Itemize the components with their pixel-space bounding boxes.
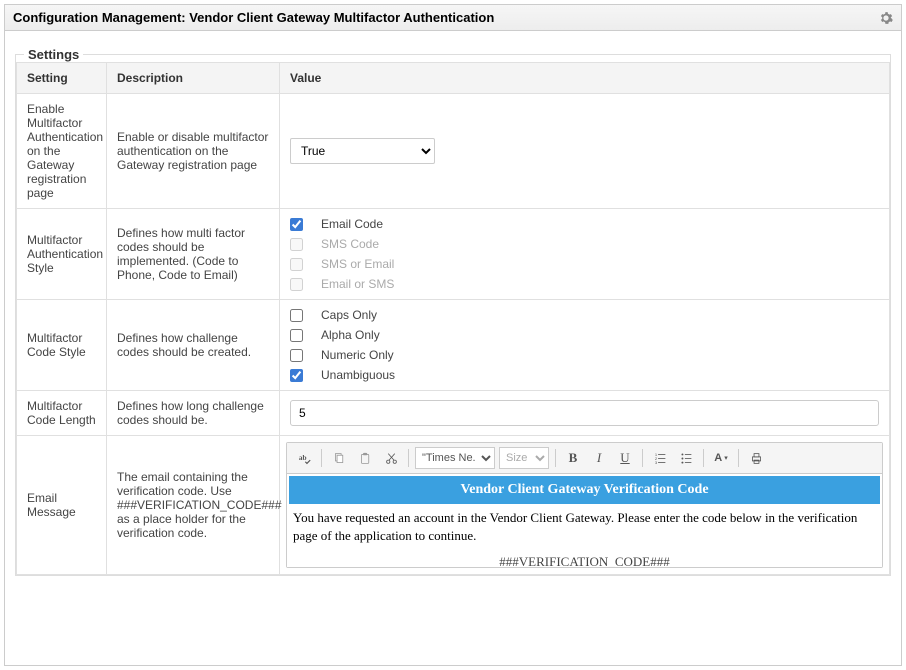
email-body-text: You have requested an account in the Ven…	[287, 507, 882, 548]
row-email-message: Email Message The email containing the v…	[17, 436, 890, 575]
mfa-style-sms-or-email: SMS or Email	[290, 257, 879, 271]
svg-text:ab: ab	[298, 453, 306, 462]
code-style-caps-checkbox[interactable]	[290, 309, 303, 322]
code-style-numeric[interactable]: Numeric Only	[290, 348, 879, 362]
code-style-caps[interactable]: Caps Only	[290, 308, 879, 322]
setting-code-style-desc: Defines how challenge codes should be cr…	[107, 300, 280, 391]
gear-icon[interactable]	[879, 11, 893, 25]
enable-mfa-select[interactable]: True	[290, 138, 435, 164]
rte-toolbar: ab	[287, 443, 882, 474]
font-size-select[interactable]: Size	[499, 447, 549, 469]
code-style-numeric-checkbox[interactable]	[290, 349, 303, 362]
row-mfa-style: Multifactor Authentication Style Defines…	[17, 209, 890, 300]
settings-table: Setting Description Value Enable Multifa…	[16, 62, 890, 575]
setting-mfa-style-desc: Defines how multi factor codes should be…	[107, 209, 280, 300]
setting-code-length-label: Multifactor Code Length	[17, 391, 107, 436]
row-code-length: Multifactor Code Length Defines how long…	[17, 391, 890, 436]
setting-enable-mfa-value: True	[280, 94, 890, 209]
col-value-header: Value	[280, 63, 890, 94]
panel-header: Configuration Management: Vendor Client …	[5, 5, 901, 31]
setting-email-msg-label: Email Message	[17, 436, 107, 575]
mfa-style-email-or-sms-checkbox	[290, 278, 303, 291]
code-style-unambiguous-checkbox[interactable]	[290, 369, 303, 382]
code-style-alpha[interactable]: Alpha Only	[290, 328, 879, 342]
separator-icon	[738, 449, 739, 467]
mfa-style-sms-or-email-checkbox	[290, 258, 303, 271]
col-setting-header: Setting	[17, 63, 107, 94]
spellcheck-icon[interactable]: ab	[293, 447, 315, 469]
italic-button[interactable]: I	[588, 447, 610, 469]
paste-icon[interactable]	[354, 447, 376, 469]
setting-email-msg-desc: The email containing the verification co…	[107, 436, 280, 575]
rich-text-editor: ab	[286, 442, 883, 568]
cut-icon[interactable]	[380, 447, 402, 469]
setting-code-length-value	[280, 391, 890, 436]
col-description-header: Description	[107, 63, 280, 94]
setting-mfa-style-label: Multifactor Authentication Style	[17, 209, 107, 300]
setting-email-msg-value: ab	[280, 436, 890, 575]
text-color-button[interactable]: A▾	[710, 447, 732, 469]
separator-icon	[321, 449, 322, 467]
setting-enable-mfa-label: Enable Multifactor Authentication on the…	[17, 94, 107, 209]
separator-icon	[642, 449, 643, 467]
code-length-input[interactable]	[290, 400, 879, 426]
setting-mfa-style-value: Email Code SMS Code SMS or Email	[280, 209, 890, 300]
separator-icon	[408, 449, 409, 467]
copy-icon[interactable]	[328, 447, 350, 469]
bold-button[interactable]: B	[562, 447, 584, 469]
setting-enable-mfa-desc: Enable or disable multifactor authentica…	[107, 94, 280, 209]
setting-code-style-value: Caps Only Alpha Only Numeric Only	[280, 300, 890, 391]
table-header-row: Setting Description Value	[17, 63, 890, 94]
panel-body: Settings Setting Description Value Enabl…	[5, 31, 901, 586]
bullet-list-icon[interactable]	[675, 447, 697, 469]
mfa-style-sms-code-checkbox	[290, 238, 303, 251]
separator-icon	[703, 449, 704, 467]
email-placeholder-text: ###VERIFICATION_CODE###	[287, 548, 882, 567]
print-icon[interactable]	[745, 447, 767, 469]
mfa-style-sms-code: SMS Code	[290, 237, 879, 251]
svg-text:3: 3	[654, 460, 657, 465]
setting-code-style-label: Multifactor Code Style	[17, 300, 107, 391]
mfa-style-email-or-sms: Email or SMS	[290, 277, 879, 291]
page-title: Configuration Management: Vendor Client …	[13, 10, 494, 25]
underline-button[interactable]: U	[614, 447, 636, 469]
rte-content-area[interactable]: Vendor Client Gateway Verification Code …	[287, 474, 882, 567]
code-style-alpha-checkbox[interactable]	[290, 329, 303, 342]
fieldset-legend: Settings	[24, 47, 83, 62]
settings-fieldset: Settings Setting Description Value Enabl…	[15, 47, 891, 576]
row-enable-mfa: Enable Multifactor Authentication on the…	[17, 94, 890, 209]
mfa-style-email-code[interactable]: Email Code	[290, 217, 879, 231]
setting-code-length-desc: Defines how long challenge codes should …	[107, 391, 280, 436]
separator-icon	[555, 449, 556, 467]
numbered-list-icon[interactable]: 123	[649, 447, 671, 469]
row-code-style: Multifactor Code Style Defines how chall…	[17, 300, 890, 391]
email-banner: Vendor Client Gateway Verification Code	[289, 476, 880, 504]
code-style-unambiguous[interactable]: Unambiguous	[290, 368, 879, 382]
mfa-style-email-code-checkbox[interactable]	[290, 218, 303, 231]
config-panel: Configuration Management: Vendor Client …	[4, 4, 902, 666]
font-family-select[interactable]: "Times Ne...	[415, 447, 495, 469]
